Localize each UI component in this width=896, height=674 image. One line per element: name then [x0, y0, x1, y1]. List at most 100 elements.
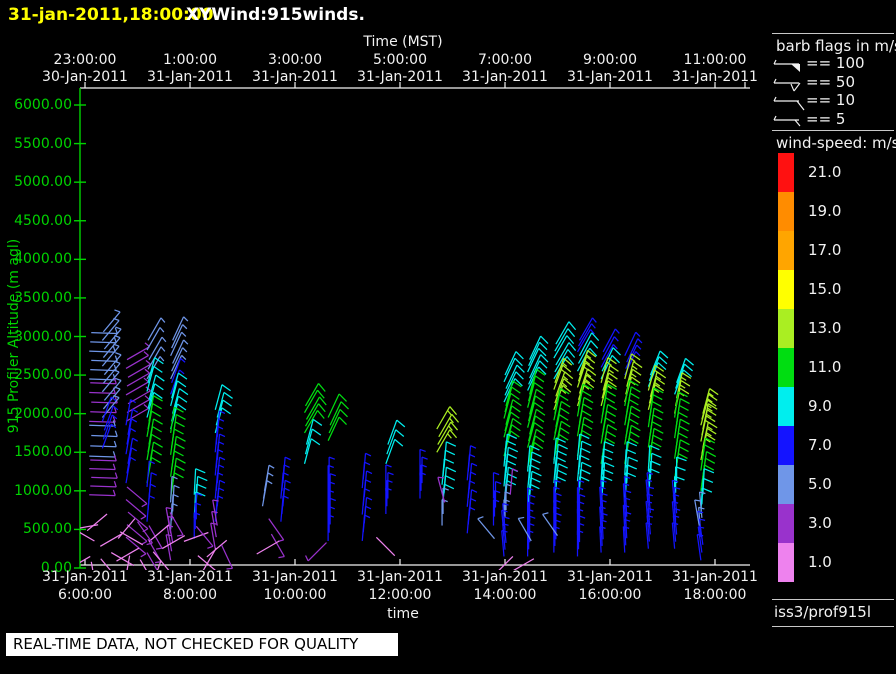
- plot-line: [266, 480, 273, 485]
- plot-line: [175, 457, 186, 464]
- plot-line: [652, 434, 663, 441]
- plot-line: [312, 418, 323, 426]
- wind-barb: [195, 525, 214, 549]
- wind-barb-field: [80, 309, 719, 570]
- plot-line: [195, 468, 206, 474]
- plot-line: [181, 354, 187, 361]
- bottom-tick-date-label: 31-Jan-2011: [42, 569, 128, 585]
- plot-line: [447, 410, 452, 416]
- plot-line: [86, 513, 108, 532]
- plot-line: [559, 407, 570, 415]
- plot-line: [652, 394, 663, 401]
- wind-barb: [216, 479, 226, 507]
- bottom-tick-time-label: 6:00:00: [58, 587, 112, 603]
- plot-line: [625, 448, 637, 455]
- plot-line: [151, 433, 161, 441]
- plot-line: [677, 411, 688, 418]
- plot-line: [495, 480, 502, 485]
- plot-line: [90, 369, 117, 372]
- wind-barb: [467, 445, 477, 472]
- altitude-tick-label: 3500.00: [14, 289, 72, 306]
- separator-line: [772, 626, 894, 627]
- plot-line: [651, 452, 662, 458]
- plot-line: [127, 511, 149, 530]
- plot-line: [635, 351, 641, 357]
- plot-line: [99, 532, 124, 547]
- plot-line: [284, 479, 291, 484]
- wind-barb: [216, 433, 226, 461]
- plot-line: [581, 461, 592, 468]
- wind-barb: [89, 451, 116, 458]
- plot-line: [471, 462, 478, 467]
- wind-barb: [387, 471, 394, 499]
- wind-barb: [529, 515, 536, 543]
- datetime-stamp: 31-jan-2011,18:00:00: [8, 5, 214, 25]
- plot-line: [437, 421, 452, 445]
- plot-line: [447, 433, 452, 439]
- plot-line: [395, 429, 405, 437]
- wind-barb: [86, 513, 108, 532]
- plot-line: [539, 341, 548, 351]
- colorbar-segment: [778, 309, 794, 348]
- colorbar-value-label: 1.0: [808, 553, 832, 571]
- plot-line: [624, 331, 637, 357]
- plot-line: [649, 453, 653, 480]
- plot-line: [311, 428, 322, 436]
- plot-line: [471, 489, 478, 493]
- plot-line: [605, 397, 616, 404]
- top-tick-date-label: 31-Jan-2011: [462, 69, 548, 85]
- plot-line: [149, 495, 155, 499]
- colorbar-segment: [778, 231, 794, 270]
- plot-line: [329, 497, 336, 502]
- plot-line: [155, 374, 165, 382]
- wind-barb: [363, 470, 373, 497]
- plot-line: [115, 352, 122, 356]
- plot-line: [446, 441, 457, 447]
- plot-line: [609, 364, 619, 372]
- plot-line: [143, 351, 149, 356]
- wind-barb: [216, 456, 226, 484]
- plot-line: [533, 382, 544, 390]
- plot-line: [110, 552, 135, 567]
- plot-line: [630, 405, 641, 412]
- plot-line: [508, 446, 519, 453]
- plot-line: [626, 464, 638, 470]
- wind-barb: [494, 480, 502, 508]
- plot-line: [533, 422, 544, 430]
- plot-line: [555, 512, 562, 516]
- plot-line: [161, 535, 186, 550]
- plot-line: [182, 347, 188, 353]
- wind-barb: [421, 456, 428, 484]
- plot-line: [385, 464, 392, 468]
- plot-line: [556, 469, 567, 476]
- plot-line: [518, 516, 525, 520]
- plot-line: [89, 350, 116, 353]
- plot-line: [709, 388, 719, 396]
- plot-line: [705, 457, 716, 464]
- plot-line: [636, 344, 642, 350]
- plot-line: [679, 418, 690, 425]
- plot-line: [628, 399, 639, 406]
- barb-legend-label: == 10: [806, 91, 855, 109]
- plot-line: [113, 481, 117, 488]
- wind-barb: [578, 416, 594, 443]
- plot-line: [685, 357, 694, 366]
- plot-line: [112, 463, 116, 470]
- plot-line: [159, 356, 165, 362]
- wind-barb: [602, 424, 618, 451]
- plot-line: [580, 468, 591, 475]
- plot-line: [169, 512, 184, 536]
- colorbar-segment: [778, 192, 794, 231]
- top-tick-date-label: 31-Jan-2011: [357, 69, 443, 85]
- wind-barb: [305, 542, 327, 562]
- top-tick-time-label: 3:00:00: [268, 52, 322, 68]
- plot-line: [152, 402, 162, 410]
- barb-legend-symbol: [791, 64, 800, 72]
- plot-line: [629, 431, 640, 438]
- plot-line: [629, 411, 640, 419]
- plot-line: [603, 468, 614, 475]
- plot-line: [651, 400, 662, 407]
- plot-line: [557, 463, 568, 469]
- plot-line: [151, 456, 161, 464]
- colorbar-segment: [778, 270, 794, 309]
